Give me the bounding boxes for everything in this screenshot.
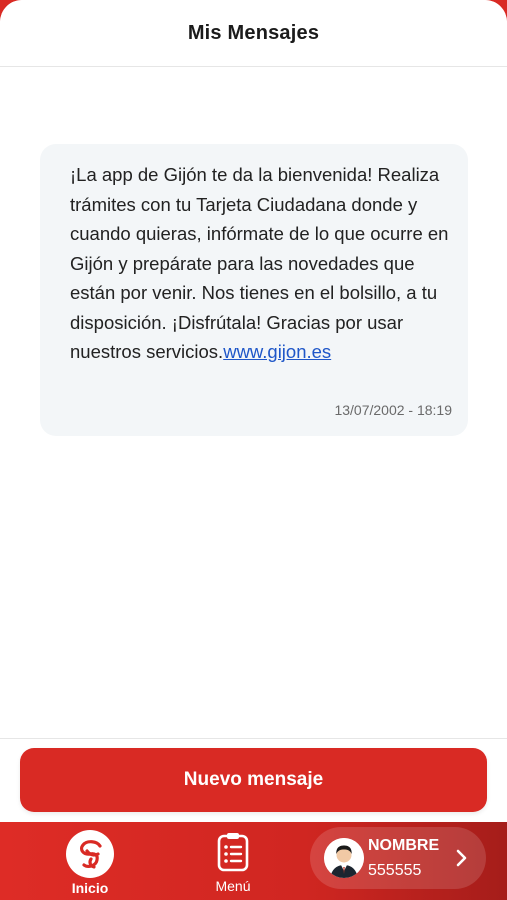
gijon-logo-icon — [66, 830, 114, 878]
chevron-right-icon — [456, 849, 468, 872]
top-bar: Mis Mensajes — [0, 0, 507, 67]
bottom-tab-bar: Inicio Menú NOMBRE 555555 — [0, 822, 507, 900]
message-timestamp: 13/07/2002 - 18:19 — [334, 402, 452, 418]
new-message-button[interactable]: Nuevo mensaje — [20, 748, 487, 812]
profile-button[interactable]: NOMBRE 555555 — [310, 827, 486, 889]
profile-name: NOMBRE — [368, 837, 440, 854]
message-body: ¡La app de Gijón te da la bienvenida! Re… — [70, 160, 452, 367]
profile-id: 555555 — [368, 862, 422, 879]
tab-menu-label: Menú — [215, 878, 251, 894]
tab-menu[interactable]: Menú — [183, 822, 283, 900]
clipboard-list-icon — [216, 832, 250, 877]
tab-home[interactable]: Inicio — [40, 822, 140, 900]
message-link[interactable]: www.gijon.es — [223, 341, 331, 362]
message-text: ¡La app de Gijón te da la bienvenida! Re… — [70, 164, 449, 362]
divider — [0, 738, 507, 739]
app-screen: Mis Mensajes ¡La app de Gijón te da la b… — [0, 0, 507, 900]
user-avatar-icon — [324, 838, 364, 878]
page-title: Mis Mensajes — [187, 21, 320, 44]
message-card[interactable]: ¡La app de Gijón te da la bienvenida! Re… — [40, 144, 468, 436]
tab-home-label: Inicio — [71, 880, 109, 896]
